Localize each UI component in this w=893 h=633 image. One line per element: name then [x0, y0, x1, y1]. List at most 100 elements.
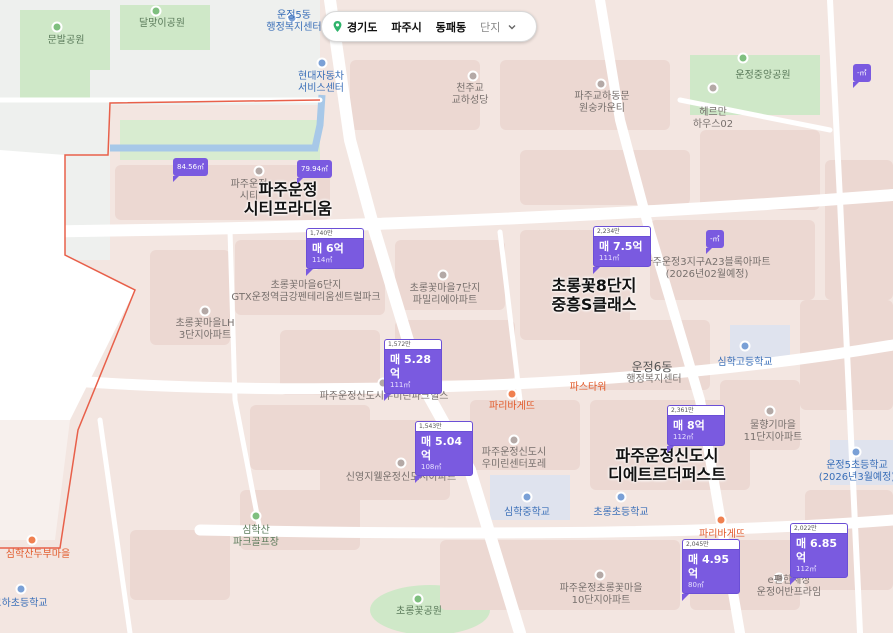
poi-label: 파주운정초롱꽃마을 10단지아파트	[559, 583, 643, 606]
poi-label: 초롱꽃공원	[396, 606, 442, 617]
poi-label: 파리바게뜨	[489, 401, 535, 412]
price-per-unit: 2,045만	[682, 539, 740, 549]
poi-label: 문발공원	[47, 35, 85, 46]
breadcrumb-type[interactable]: 단지	[473, 19, 507, 35]
price-marker[interactable]: 2,022만 매 6.85억 112㎡	[790, 523, 848, 585]
golf-poi-icon	[250, 510, 262, 522]
apartment-poi-icon	[707, 82, 719, 94]
park-poi-icon	[412, 593, 424, 605]
price-marker[interactable]: 2,361만 매 8억 112㎡	[667, 405, 725, 453]
apartment-poi-icon	[594, 569, 606, 581]
price-marker[interactable]: 1,543만 매 5.04억 108㎡	[415, 421, 473, 483]
price-per-unit: 2,361만	[667, 405, 725, 415]
unit-area: 114㎡	[312, 256, 333, 264]
area-marker[interactable]: 79.94㎡	[297, 160, 333, 184]
breadcrumb-district[interactable]: 동패동	[429, 19, 473, 35]
poi-label: 파주운정신도시 우미린센터포레	[481, 447, 547, 470]
park-poi-icon	[737, 52, 749, 64]
poi-label: 교하초등학교	[0, 598, 48, 609]
poi-label: 심학고등학교	[717, 357, 773, 368]
sale-price: 매 5.04억	[421, 435, 463, 462]
price-per-unit: 1,543만	[415, 421, 473, 431]
park-poi-icon	[150, 5, 162, 17]
apartment-poi-icon	[199, 305, 211, 317]
church-poi-icon	[467, 70, 479, 82]
price-marker[interactable]: 1,740만 매 6억 114㎡	[306, 228, 364, 276]
apartment-poi-icon	[508, 434, 520, 446]
price-marker[interactable]: 1,572만 매 5.28억 111㎡	[384, 339, 442, 401]
poi-label: 행정복지센터	[626, 374, 682, 385]
car-service-poi-icon	[316, 57, 328, 69]
complex-title[interactable]: 파주운정 시티프라디움	[244, 180, 332, 218]
price-marker[interactable]: 2,045만 매 4.95억 80㎡	[682, 539, 740, 601]
sale-price: 매 5.28억	[390, 353, 432, 380]
price-per-unit: 2,022만	[790, 523, 848, 533]
unit-area: 111㎡	[390, 381, 411, 389]
school-poi-icon	[850, 446, 862, 458]
sale-price: 매 6.85억	[796, 537, 838, 564]
poi-label: 심학중학교	[504, 507, 550, 518]
poi-label: 운정5동 행정복지센터	[266, 10, 322, 33]
poi-label: 운정5초등학교 (2026년3월예정)	[818, 460, 893, 483]
bakery-poi-icon	[506, 388, 518, 400]
poi-label: 심학산 파크골프장	[233, 525, 279, 548]
poi-label: 운정6동	[631, 360, 673, 374]
sale-price: 매 8억	[673, 419, 705, 432]
poi-label: e편한세상 운정어반프라임	[756, 575, 822, 598]
poi-label: 초롱꽃마을LH 3단지아파트	[175, 318, 235, 341]
price-box: 매 6.85억 112㎡	[790, 533, 848, 578]
price-per-unit: 2,234만	[593, 226, 651, 236]
school-poi-icon	[615, 491, 627, 503]
park-poi-icon	[51, 21, 63, 33]
apartment-poi-icon	[764, 405, 776, 417]
price-per-unit: 1,572만	[384, 339, 442, 349]
location-pin-icon	[333, 21, 342, 32]
price-marker[interactable]: 2,234만 매 7.5억 111㎡	[593, 226, 651, 274]
apartment-poi-icon	[595, 78, 607, 90]
sale-price: 매 6억	[312, 242, 344, 255]
chevron-down-icon[interactable]	[507, 22, 517, 32]
price-box: 매 4.95억 80㎡	[682, 549, 740, 594]
unit-area: 112㎡	[796, 565, 817, 573]
poi-label: 초롱꽃마을7단지 파밀리에아파트	[409, 283, 481, 306]
price-box: 매 6억 114㎡	[306, 238, 364, 269]
poi-label: 초롱꽃마을6단지 GTX운정역금강펜테리움센트럴파크	[231, 280, 381, 303]
poi-label: 현대자동차 서비스센터	[298, 71, 344, 94]
poi-label: 물향기마을 11단지아파트	[743, 420, 803, 443]
area-marker[interactable]: -㎡	[853, 64, 871, 88]
breadcrumb-province[interactable]: 경기도	[343, 19, 384, 35]
restaurant-poi-icon	[26, 534, 38, 546]
price-box: 매 5.28억 111㎡	[384, 349, 442, 394]
unit-area: 108㎡	[421, 463, 442, 471]
sale-price: 매 7.5억	[599, 240, 643, 253]
map-canvas[interactable]	[0, 0, 893, 633]
apartment-poi-icon	[253, 165, 265, 177]
poi-label: 초롱초등학교	[593, 507, 649, 518]
unit-area: 80㎡	[688, 581, 704, 589]
poi-label: 파주교하동문 원숭카운티	[574, 91, 630, 114]
breadcrumb-city[interactable]: 파주시	[384, 19, 428, 35]
location-breadcrumb: 경기도 파주시 동패동 단지	[321, 11, 537, 42]
sale-price: 매 4.95억	[688, 553, 730, 580]
apartment-poi-icon	[395, 457, 407, 469]
unit-area: 111㎡	[599, 254, 620, 262]
price-box: 매 5.04억 108㎡	[415, 431, 473, 476]
area-marker[interactable]: -㎡	[706, 230, 724, 254]
poi-label: 헤르만 하우스02	[692, 107, 734, 130]
poi-label: 운정중앙공원	[735, 70, 791, 81]
school-poi-icon	[739, 340, 751, 352]
apartment-poi-icon	[437, 269, 449, 281]
school-poi-icon	[15, 583, 27, 595]
poi-label: 파스타워	[569, 382, 607, 393]
price-per-unit: 1,740만	[306, 228, 364, 238]
poi-label: 파주운정3지구A23블록아파트 (2026년02월예정)	[643, 257, 771, 280]
price-box: 매 8억 112㎡	[667, 415, 725, 446]
poi-label: 달맞이공원	[139, 18, 185, 29]
complex-title[interactable]: 초롱꽃8단지 중흥S클래스	[551, 276, 636, 314]
unit-area: 112㎡	[673, 433, 694, 441]
price-box: 매 7.5억 111㎡	[593, 236, 651, 267]
poi-label: 심학산두부마을	[5, 549, 71, 560]
poi-label: 천주교 교하성당	[451, 83, 489, 106]
area-marker[interactable]: 84.56㎡	[173, 158, 209, 182]
school-poi-icon	[521, 491, 533, 503]
